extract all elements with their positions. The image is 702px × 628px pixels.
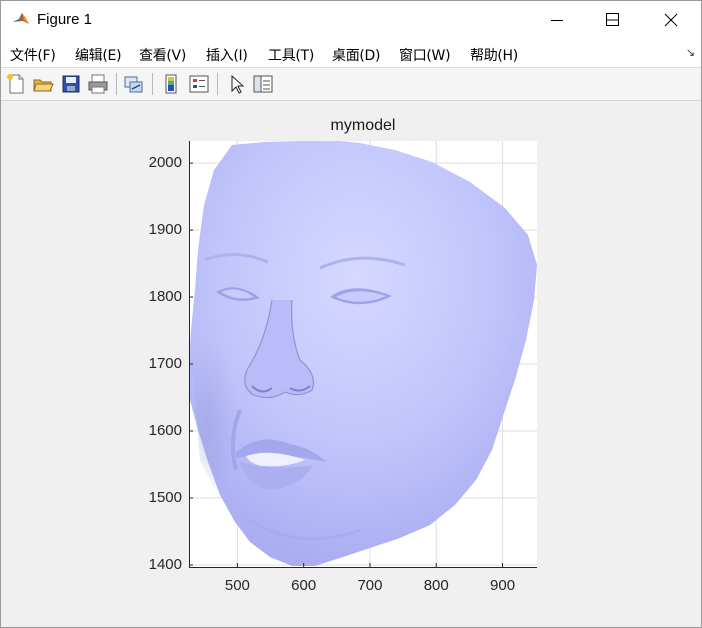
y-tick-label: 1900 (148, 221, 182, 239)
x-tick-label: 900 (490, 577, 516, 594)
y-tick-label: 2000 (148, 154, 182, 172)
x-tick-label: 800 (423, 577, 449, 594)
y-tick-label: 1600 (148, 422, 182, 440)
axes[interactable] (0, 0, 702, 628)
y-tick-label: 1700 (148, 355, 182, 373)
y-tick-label: 1400 (148, 555, 182, 573)
x-tick-label: 600 (291, 577, 317, 594)
y-tick-label: 1500 (148, 489, 182, 506)
x-tick-label: 700 (357, 577, 383, 594)
axes-title: mymodel (330, 117, 396, 134)
x-tick-label: 500 (224, 577, 250, 594)
y-tick-label: 1800 (148, 288, 182, 306)
